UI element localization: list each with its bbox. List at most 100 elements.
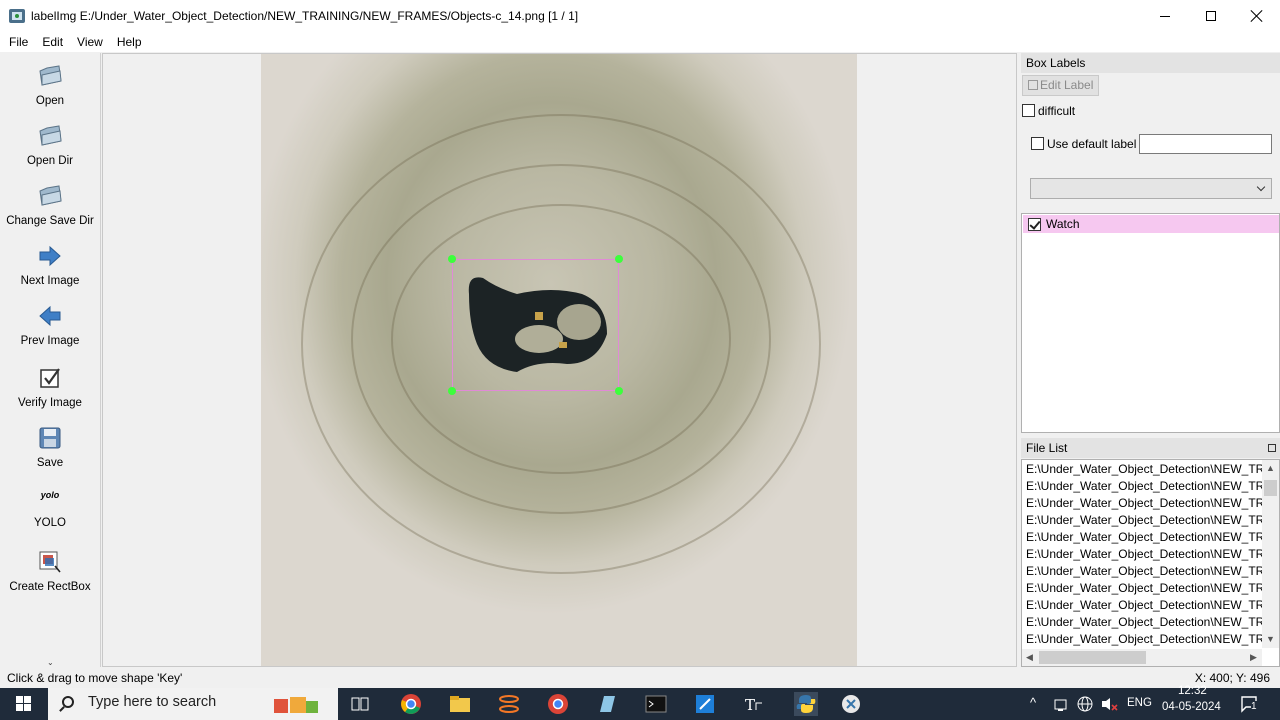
verify-image-button[interactable]: Verify Image [0, 365, 100, 409]
next-image-button[interactable]: Next Image [0, 243, 100, 287]
save-button[interactable]: Save [0, 425, 100, 469]
change-save-dir-button[interactable]: Change Save Dir [0, 183, 100, 227]
use-default-label-checkbox[interactable] [1031, 137, 1044, 150]
python-idle-icon[interactable] [839, 692, 863, 716]
scrollbar-thumb[interactable] [1264, 480, 1277, 496]
python-icon[interactable] [794, 692, 818, 716]
scroll-up-icon[interactable]: ▲ [1266, 463, 1275, 473]
difficult-label: difficult [1038, 104, 1076, 118]
start-button[interactable] [0, 688, 48, 720]
label-combobox[interactable] [1030, 178, 1272, 199]
file-list-item[interactable]: E:\Under_Water_Object_Detection\NEW_TRA [1026, 614, 1262, 631]
search-icon [62, 696, 74, 708]
float-dock-icon[interactable] [1268, 444, 1276, 452]
bbox-handle-bottom-right[interactable] [615, 387, 623, 395]
file-list-horizontal-scrollbar[interactable]: ◀ ▶ [1022, 649, 1262, 666]
maximize-button[interactable] [1188, 0, 1234, 32]
file-list-item[interactable]: E:\Under_Water_Object_Detection\NEW_TRA [1026, 597, 1262, 614]
paint-icon[interactable] [693, 692, 717, 716]
edit-pencil-icon [1028, 80, 1038, 90]
file-list-item[interactable]: E:\Under_Water_Object_Detection\NEW_TRA [1026, 478, 1262, 495]
bbox-handle-bottom-left[interactable] [448, 387, 456, 395]
box-labels-header: Box Labels [1021, 53, 1280, 73]
file-list-item[interactable]: E:\Under_Water_Object_Detection\NEW_TRA [1026, 631, 1262, 648]
menu-file[interactable]: File [2, 32, 35, 52]
scroll-down-icon[interactable]: ▼ [1266, 634, 1275, 644]
scrollbar-thumb[interactable] [1039, 651, 1146, 664]
file-list-item[interactable]: E:\Under_Water_Object_Detection\NEW_TRA [1026, 546, 1262, 563]
file-list-header: File List [1021, 438, 1280, 458]
notepad-icon[interactable] [595, 692, 619, 716]
network-globe-icon[interactable] [1077, 696, 1093, 712]
scroll-right-icon[interactable]: ▶ [1250, 652, 1257, 663]
menu-edit[interactable]: Edit [35, 32, 70, 52]
label-list-item[interactable]: Watch [1023, 215, 1279, 233]
speaker-muted-icon[interactable] [1100, 696, 1118, 712]
bbox-handle-top-right[interactable] [615, 255, 623, 263]
windows-logo-icon [16, 696, 32, 712]
create-rectbox-button[interactable]: Create RectBox [0, 549, 100, 593]
file-list-vertical-scrollbar[interactable]: ▲ ▼ [1262, 460, 1279, 648]
label-visible-checkbox[interactable] [1028, 218, 1041, 231]
input-language[interactable]: ENG [1127, 697, 1152, 709]
image-canvas[interactable] [102, 53, 1017, 667]
taskbar-search-box[interactable]: Type here to search [48, 688, 338, 720]
minimize-button[interactable] [1142, 0, 1188, 32]
jupyter-icon[interactable] [497, 692, 521, 716]
task-view-icon[interactable] [348, 692, 372, 716]
default-label-input[interactable] [1139, 134, 1272, 154]
chrome-profile-icon[interactable] [546, 692, 570, 716]
file-list-item[interactable]: E:\Under_Water_Object_Detection\NEW_TRA [1026, 512, 1262, 529]
window-controls [1142, 0, 1280, 32]
maximize-icon [1206, 11, 1216, 21]
file-list: E:\Under_Water_Object_Detection\NEW_TRA … [1021, 459, 1280, 667]
title-bar: labelImg E:/Under_Water_Object_Detection… [0, 0, 1280, 32]
open-button[interactable]: Open [0, 63, 100, 107]
status-bar: Click & drag to move shape 'Key' X: 400;… [0, 669, 1280, 688]
search-highlight-icon [274, 697, 318, 713]
draw-rectangle-icon [39, 551, 61, 573]
menu-view[interactable]: View [70, 32, 110, 52]
open-dir-icon [39, 125, 62, 146]
file-list-item[interactable]: E:\Under_Water_Object_Detection\NEW_TRA [1026, 563, 1262, 580]
clock-time[interactable]: 12:32 [1178, 685, 1207, 697]
bounding-box[interactable] [452, 259, 619, 391]
text-editor-icon[interactable]: T [742, 692, 766, 716]
bbox-handle-top-left[interactable] [448, 255, 456, 263]
folder-icon [39, 185, 62, 206]
checkbox-check-icon [40, 368, 60, 388]
file-list-item[interactable]: E:\Under_Water_Object_Detection\NEW_TRA [1026, 529, 1262, 546]
labelimg-app-icon [9, 8, 25, 24]
search-placeholder: Type here to search [88, 694, 217, 710]
minimize-icon [1160, 15, 1170, 17]
file-list-item[interactable]: E:\Under_Water_Object_Detection\NEW_TRA [1026, 495, 1262, 512]
menu-help[interactable]: Help [110, 32, 149, 52]
edit-label-button[interactable]: Edit Label [1022, 75, 1099, 96]
close-button[interactable] [1234, 0, 1280, 32]
label-name: Watch [1046, 217, 1080, 231]
meet-now-icon[interactable] [1053, 697, 1069, 713]
file-explorer-icon[interactable] [448, 692, 472, 716]
yolo-button[interactable]: yolo YOLO [0, 485, 100, 529]
notification-count: 1 [1251, 701, 1257, 712]
svg-text:T: T [745, 696, 755, 714]
arrow-right-icon [39, 245, 61, 267]
file-list-item[interactable]: E:\Under_Water_Object_Detection\NEW_TRA [1026, 461, 1262, 478]
use-default-label-text: Use default label [1047, 137, 1137, 151]
floppy-disk-icon [39, 427, 61, 449]
show-hidden-icons-icon[interactable]: ^ [1030, 695, 1036, 710]
arrow-left-icon [39, 305, 61, 327]
label-list: Watch [1021, 213, 1280, 433]
clock-date[interactable]: 04-05-2024 [1162, 701, 1221, 713]
toolbar-extension-icon[interactable]: ⌄ [47, 658, 54, 667]
chrome-icon[interactable] [399, 692, 423, 716]
scroll-left-icon[interactable]: ◀ [1026, 652, 1033, 663]
difficult-checkbox[interactable] [1022, 104, 1035, 117]
chevron-down-icon [1256, 182, 1266, 192]
window-title: labelImg E:/Under_Water_Object_Detection… [31, 9, 579, 23]
terminal-icon[interactable] [644, 692, 668, 716]
file-list-item[interactable]: E:\Under_Water_Object_Detection\NEW_TRA [1026, 580, 1262, 597]
prev-image-button[interactable]: Prev Image [0, 303, 100, 347]
yolo-format-icon: yolo [40, 490, 60, 500]
open-dir-button[interactable]: Open Dir [0, 123, 100, 167]
